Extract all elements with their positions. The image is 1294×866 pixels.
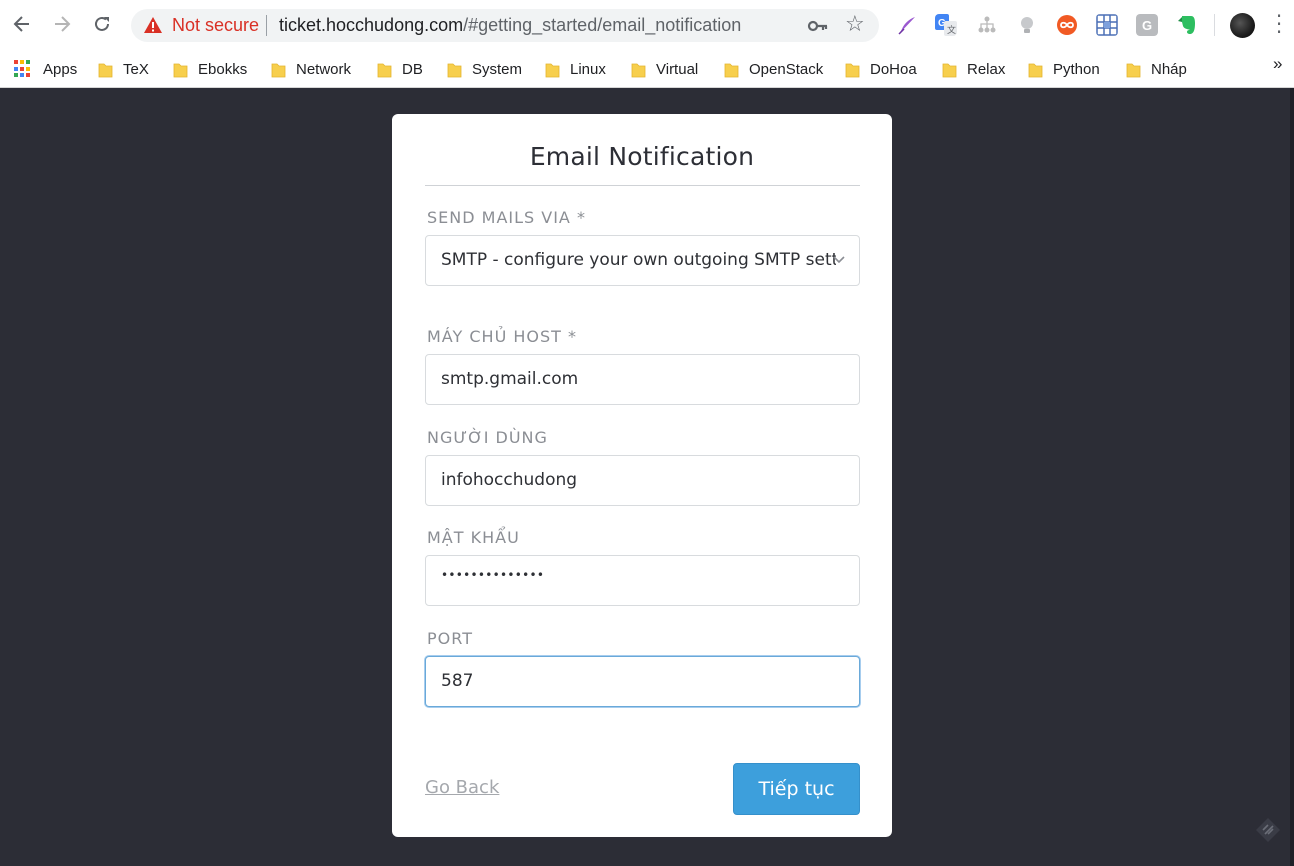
bookmark-label: Python	[1053, 60, 1100, 78]
bookmark-label: Nháp	[1151, 60, 1187, 78]
bookmark-folder[interactable]: Relax	[942, 56, 1005, 82]
address-separator	[266, 15, 267, 36]
host-field[interactable]: smtp.gmail.com	[425, 354, 860, 405]
port-label: PORT	[427, 629, 473, 648]
bookmark-star-icon[interactable]: ☆	[845, 12, 865, 37]
title-divider	[425, 185, 860, 186]
bookmark-apps[interactable]: Apps	[14, 56, 77, 82]
port-field[interactable]: 587	[425, 656, 860, 707]
url-text[interactable]: ticket.hocchudong.com/#getting_started/e…	[279, 15, 741, 36]
bookmark-folder[interactable]: Linux	[545, 56, 606, 82]
bookmark-label: Network	[296, 60, 352, 78]
bookmark-label: OpenStack	[749, 60, 824, 78]
bookmark-folder[interactable]: TeX	[98, 56, 149, 82]
browser-toolbar: Not secure ticket.hocchudong.com/#gettin…	[0, 0, 1294, 50]
google-translate-icon[interactable]: G文	[935, 14, 957, 36]
forward-arrow-icon[interactable]	[49, 10, 75, 38]
lightbulb-extension-icon[interactable]	[1016, 14, 1038, 36]
email-notification-card: Email Notification SEND MAILS VIA * SMTP…	[392, 114, 892, 837]
sitemap-extension-icon[interactable]	[976, 14, 998, 36]
svg-text:G: G	[1142, 18, 1152, 33]
infinity-extension-icon[interactable]	[1056, 14, 1078, 36]
folder-icon	[1028, 63, 1043, 77]
quill-extension-icon[interactable]	[896, 14, 918, 36]
bookmarks-overflow-icon[interactable]: »	[1273, 54, 1282, 74]
bookmark-label: Relax	[967, 60, 1006, 78]
chevron-down-icon	[833, 256, 845, 264]
username-value: infohocchudong	[441, 470, 578, 490]
profile-avatar[interactable]	[1230, 13, 1255, 38]
folder-icon	[447, 63, 462, 77]
url-path: /#getting_started/email_notification	[463, 15, 742, 35]
grammarly-extension-icon[interactable]: G	[1136, 14, 1158, 36]
user-label: NGƯỜI DÙNG	[427, 428, 548, 447]
evernote-icon[interactable]	[1176, 14, 1198, 36]
bookmark-label: Virtual	[656, 60, 699, 78]
folder-icon	[942, 63, 957, 77]
bookmark-folder[interactable]: Virtual	[631, 56, 698, 82]
folder-icon	[631, 63, 646, 77]
folder-icon	[545, 63, 560, 77]
grid-extension-icon[interactable]	[1096, 14, 1118, 36]
bookmark-folder[interactable]: Nháp	[1126, 56, 1187, 82]
folder-icon	[1126, 63, 1141, 77]
apps-grid-icon	[14, 60, 32, 78]
bookmark-folder[interactable]: DB	[377, 56, 423, 82]
host-value: smtp.gmail.com	[441, 369, 579, 389]
bookmark-folder[interactable]: System	[447, 56, 522, 82]
warning-triangle-icon	[144, 17, 162, 33]
continue-button[interactable]: Tiếp tục	[733, 763, 860, 815]
bookmark-folder[interactable]: Python	[1028, 56, 1100, 82]
bookmark-label: TeX	[123, 60, 149, 78]
bookmark-label: DoHoa	[870, 60, 917, 78]
chrome-menu-icon[interactable]: · · ·	[1274, 6, 1284, 42]
freshdesk-badge-icon[interactable]	[1255, 817, 1281, 843]
bookmark-folder[interactable]: Network	[271, 56, 351, 82]
back-arrow-icon[interactable]	[9, 10, 35, 38]
port-value: 587	[441, 671, 474, 691]
svg-text:文: 文	[947, 24, 956, 36]
bookmark-folder[interactable]: Ebokks	[173, 56, 247, 82]
bookmark-folder[interactable]: OpenStack	[724, 56, 823, 82]
send-via-label: SEND MAILS VIA *	[427, 208, 586, 227]
folder-icon	[845, 63, 860, 77]
bookmark-label: Ebokks	[198, 60, 248, 78]
toolbar-divider	[1214, 14, 1215, 36]
folder-icon	[724, 63, 739, 77]
bookmark-label: Apps	[43, 60, 78, 78]
bookmark-label: System	[472, 60, 523, 78]
page-scrollbar[interactable]	[1290, 88, 1294, 866]
reload-icon[interactable]	[89, 10, 115, 38]
send-via-select[interactable]: SMTP - configure your own outgoing SMTP …	[425, 235, 860, 286]
host-label: MÁY CHỦ HOST *	[427, 327, 578, 346]
password-masked-value: ••••••••••••••	[441, 568, 545, 582]
folder-icon	[173, 63, 188, 77]
bookmark-folder[interactable]: DoHoa	[845, 56, 917, 82]
go-back-link[interactable]: Go Back	[425, 777, 499, 798]
send-via-value: SMTP - configure your own outgoing SMTP …	[441, 250, 836, 270]
select-value-clip: SMTP - configure your own outgoing SMTP …	[441, 250, 836, 270]
bookmarks-bar: Apps TeX Ebokks Network DB System Linux Virtua…	[0, 50, 1294, 88]
password-label: MẬT KHẨU	[427, 528, 520, 547]
folder-icon	[377, 63, 392, 77]
page-title: Email Notification	[529, 142, 755, 171]
folder-icon	[98, 63, 113, 77]
key-icon[interactable]	[807, 16, 829, 36]
bookmark-label: Linux	[570, 60, 606, 78]
bookmark-label: DB	[402, 60, 423, 78]
folder-icon	[271, 63, 286, 77]
username-field[interactable]: infohocchudong	[425, 455, 860, 506]
url-host: ticket.hocchudong.com	[279, 15, 464, 35]
not-secure-label[interactable]: Not secure	[172, 15, 259, 36]
password-field[interactable]: ••••••••••••••	[425, 555, 860, 606]
address-bar[interactable]: Not secure ticket.hocchudong.com/#gettin…	[131, 9, 879, 42]
